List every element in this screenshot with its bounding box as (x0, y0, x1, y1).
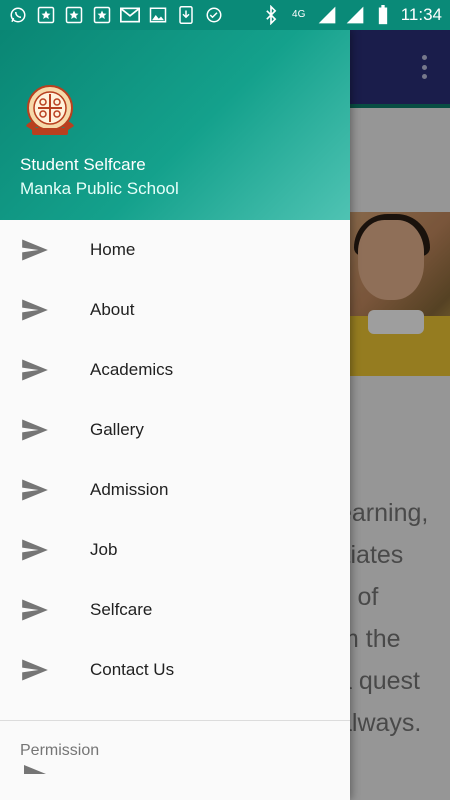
menu-item-label: Contact Us (90, 660, 175, 679)
menu-item-contact-us[interactable]: Contact Us (0, 640, 350, 700)
menu-item-label: Gallery (90, 420, 144, 439)
menu-item-admission[interactable]: Admission (0, 460, 350, 520)
send-icon (22, 299, 48, 321)
menu-item-label: Selfcare (90, 600, 153, 619)
menu-item-label: Home (90, 240, 136, 259)
send-icon (22, 659, 48, 681)
menu-item-label: Job (90, 540, 118, 559)
menu-item-about[interactable]: About (0, 280, 350, 340)
gmail-icon (120, 5, 140, 25)
send-icon (22, 419, 48, 441)
send-icon (24, 765, 46, 774)
menu-item-home[interactable]: Home (0, 220, 350, 280)
notification-icons (8, 5, 224, 25)
menu-item-academics[interactable]: Academics (0, 340, 350, 400)
navigation-drawer: Student Selfcare Manka Public School Hom… (0, 30, 350, 800)
drawer-subtitle: Manka Public School (20, 179, 179, 198)
menu-item-label: Academics (90, 360, 174, 379)
star-box-icon (92, 5, 112, 25)
menu-item-label: Admission (90, 480, 169, 499)
clock: 11:34 (400, 5, 442, 24)
star-box-icon (64, 5, 84, 25)
signal-icon (317, 5, 337, 25)
menu-item-job[interactable]: Job (0, 520, 350, 580)
star-box-icon (36, 5, 56, 25)
send-icon (22, 599, 48, 621)
send-icon (22, 479, 48, 501)
drawer-title: Student Selfcare (20, 155, 146, 174)
send-icon (22, 539, 48, 561)
check-circle-icon (204, 5, 224, 25)
send-icon (22, 359, 48, 381)
bluetooth-icon (261, 5, 281, 25)
drawer-menu: Home About Academics Gallery Admission J… (0, 220, 350, 700)
menu-item-label: About (90, 300, 135, 319)
school-logo (26, 85, 74, 135)
image-icon (148, 5, 168, 25)
section-title-permission: Permission (20, 742, 100, 759)
network-type-label: 4G (292, 9, 306, 20)
menu-item-selfcare[interactable]: Selfcare (0, 580, 350, 640)
signal-icon (345, 5, 365, 25)
download-icon (176, 5, 196, 25)
whatsapp-icon (8, 5, 28, 25)
battery-icon (373, 5, 393, 25)
status-bar: 4G 11:34 (0, 0, 450, 30)
menu-item-gallery[interactable]: Gallery (0, 400, 350, 460)
system-icons: 4G 11:34 (261, 5, 442, 25)
drawer-header: Student Selfcare Manka Public School (0, 30, 350, 220)
send-icon (22, 239, 48, 261)
